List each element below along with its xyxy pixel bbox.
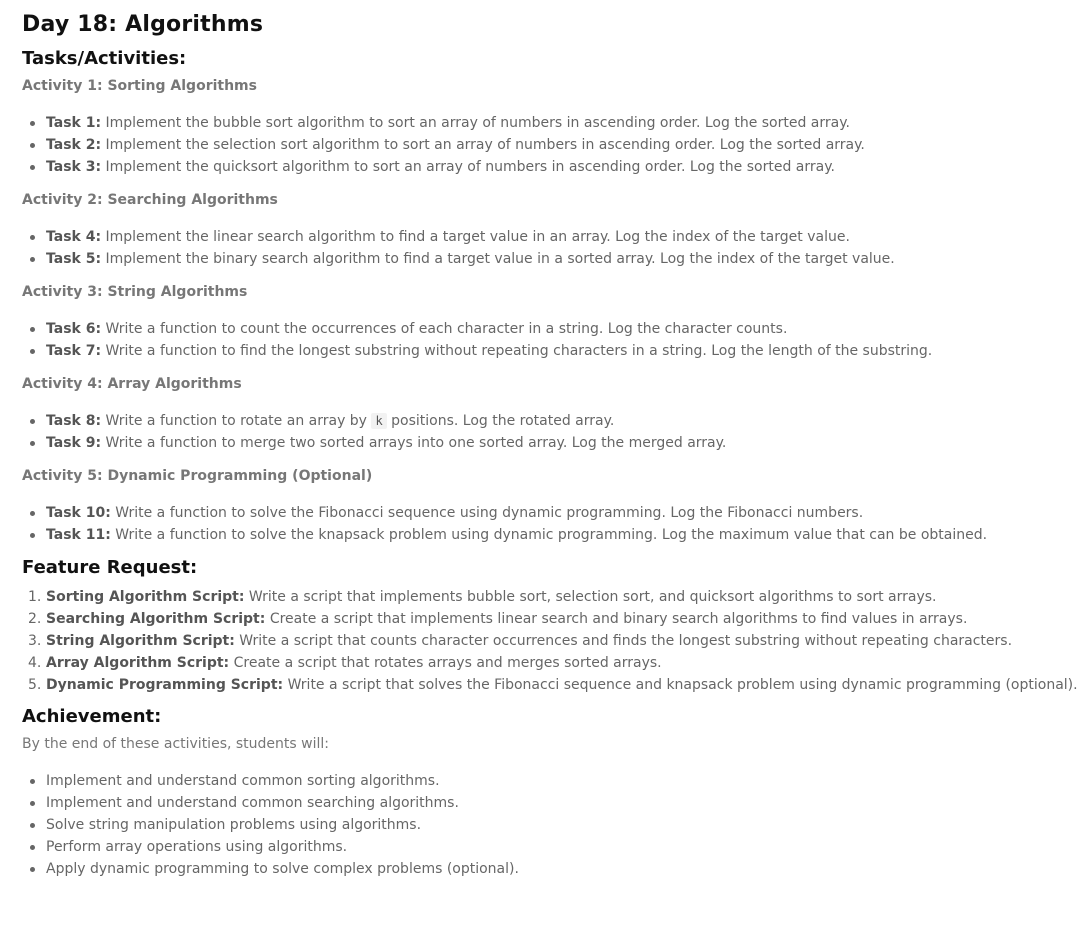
task-text: positions. Log the rotated array. [391,413,615,429]
item-number: 2. [28,611,42,627]
bullet-icon [30,165,35,170]
feature-label: String Algorithm Script: [46,633,235,649]
task-list: Task 1: Implement the bubble sort algori… [22,112,1086,178]
achievement-item: Implement and understand common searchin… [22,792,1086,814]
achievement-text: Perform array operations using algorithm… [46,839,348,855]
task-item: Task 7: Write a function to find the lon… [22,340,1086,362]
bullet-icon [30,779,35,784]
item-number: 3. [28,633,42,649]
feature-text: Create a script that implements linear s… [269,611,968,627]
task-label: Task 6: [46,321,102,337]
task-text: Implement the binary search algorithm to… [105,251,895,267]
bullet-icon [30,419,35,424]
achievement-text: Apply dynamic programming to solve compl… [46,861,519,877]
feature-item: 1. Sorting Algorithm Script: Write a scri… [22,586,1086,608]
activity-heading: Activity 1: Sorting Algorithms [22,78,257,94]
item-number: 4. [28,655,42,671]
feature-item: 5. Dynamic Programming Script: Write a sc… [22,674,1086,696]
bullet-icon [30,845,35,850]
feature-label: Sorting Algorithm Script: [46,589,245,605]
page-title: Day 18: Algorithms [22,12,264,37]
feature-text: Write a script that implements bubble so… [248,589,937,605]
feature-text: Write a script that counts character occ… [239,633,1013,649]
bullet-icon [30,235,35,240]
task-label: Task 11: [46,527,111,543]
bullet-icon [30,327,35,332]
task-list: Task 10: Write a function to solve the F… [22,502,1086,546]
feature-text: Create a script that rotates arrays and … [233,655,662,671]
task-label: Task 5: [46,251,102,267]
bullet-icon [30,349,35,354]
task-item: Task 9: Write a function to merge two so… [22,432,1086,454]
activity-heading: Activity 4: Array Algorithms [22,376,242,392]
task-item: Task 1: Implement the bubble sort algori… [22,112,1086,134]
inline-code: k [371,413,387,429]
bullet-icon [30,511,35,516]
feature-item: 2. Searching Algorithm Script: Create a s… [22,608,1086,630]
task-item: Task 4: Implement the linear search algo… [22,226,1086,248]
item-number: 1. [28,589,42,605]
task-item: Task 8: Write a function to rotate an ar… [22,410,1086,432]
bullet-icon [30,121,35,126]
feature-label: Searching Algorithm Script: [46,611,266,627]
task-item: Task 2: Implement the selection sort alg… [22,134,1086,156]
achievement-item: Apply dynamic programming to solve compl… [22,858,1086,880]
task-item: Task 5: Implement the binary search algo… [22,248,1086,270]
task-list: Task 8: Write a function to rotate an ar… [22,410,1086,454]
task-text: Write a function to merge two sorted arr… [105,435,727,451]
achievement-heading: Achievement: [22,706,162,727]
bullet-icon [30,143,35,148]
achievement-text: Implement and understand common sorting … [46,773,440,789]
task-item: Task 10: Write a function to solve the F… [22,502,1086,524]
achievement-text: Solve string manipulation problems using… [46,817,422,833]
feature-heading: Feature Request: [22,557,198,578]
task-label: Task 3: [46,159,102,175]
feature-list: 1. Sorting Algorithm Script: Write a scri… [22,586,1086,696]
activity-heading: Activity 2: Searching Algorithms [22,192,278,208]
task-label: Task 1: [46,115,102,131]
bullet-icon [30,533,35,538]
feature-label: Array Algorithm Script: [46,655,230,671]
achievement-list: Implement and understand common sorting … [22,770,1086,880]
task-text: Write a function to find the longest sub… [105,343,933,359]
task-list: Task 6: Write a function to count the oc… [22,318,1086,362]
task-text: Implement the bubble sort algorithm to s… [105,115,850,131]
achievement-intro: By the end of these activities, students… [22,736,329,752]
activity-heading: Activity 5: Dynamic Programming (Optiona… [22,468,373,484]
task-text: Implement the quicksort algorithm to sor… [105,159,835,175]
task-item: Task 11: Write a function to solve the k… [22,524,1086,546]
achievement-item: Implement and understand common sorting … [22,770,1086,792]
document: Day 18: Algorithms Tasks/Activities: Act… [22,0,1086,880]
achievement-item: Perform array operations using algorithm… [22,836,1086,858]
bullet-icon [30,441,35,446]
task-label: Task 8: [46,413,102,429]
task-text: Implement the selection sort algorithm t… [105,137,865,153]
bullet-icon [30,823,35,828]
task-label: Task 2: [46,137,102,153]
task-label: Task 9: [46,435,102,451]
feature-item: 3. String Algorithm Script: Write a scrip… [22,630,1086,652]
task-list: Task 4: Implement the linear search algo… [22,226,1086,270]
task-item: Task 6: Write a function to count the oc… [22,318,1086,340]
achievement-text: Implement and understand common searchin… [46,795,459,811]
feature-item: 4. Array Algorithm Script: Create a scrip… [22,652,1086,674]
task-text: Write a function to rotate an array by [105,413,367,429]
feature-label: Dynamic Programming Script: [46,677,284,693]
task-text: Implement the linear search algorithm to… [105,229,850,245]
item-number: 5. [28,677,42,693]
feature-text: Write a script that solves the Fibonacci… [287,677,1078,693]
task-label: Task 4: [46,229,102,245]
task-label: Task 10: [46,505,111,521]
activity-heading: Activity 3: String Algorithms [22,284,248,300]
achievement-item: Solve string manipulation problems using… [22,814,1086,836]
task-item: Task 3: Implement the quicksort algorith… [22,156,1086,178]
bullet-icon [30,867,35,872]
task-label: Task 7: [46,343,102,359]
bullet-icon [30,801,35,806]
bullet-icon [30,257,35,262]
task-text: Write a function to count the occurrence… [105,321,788,337]
task-text: Write a function to solve the knapsack p… [115,527,988,543]
task-text: Write a function to solve the Fibonacci … [115,505,864,521]
tasks-heading: Tasks/Activities: [22,48,187,69]
